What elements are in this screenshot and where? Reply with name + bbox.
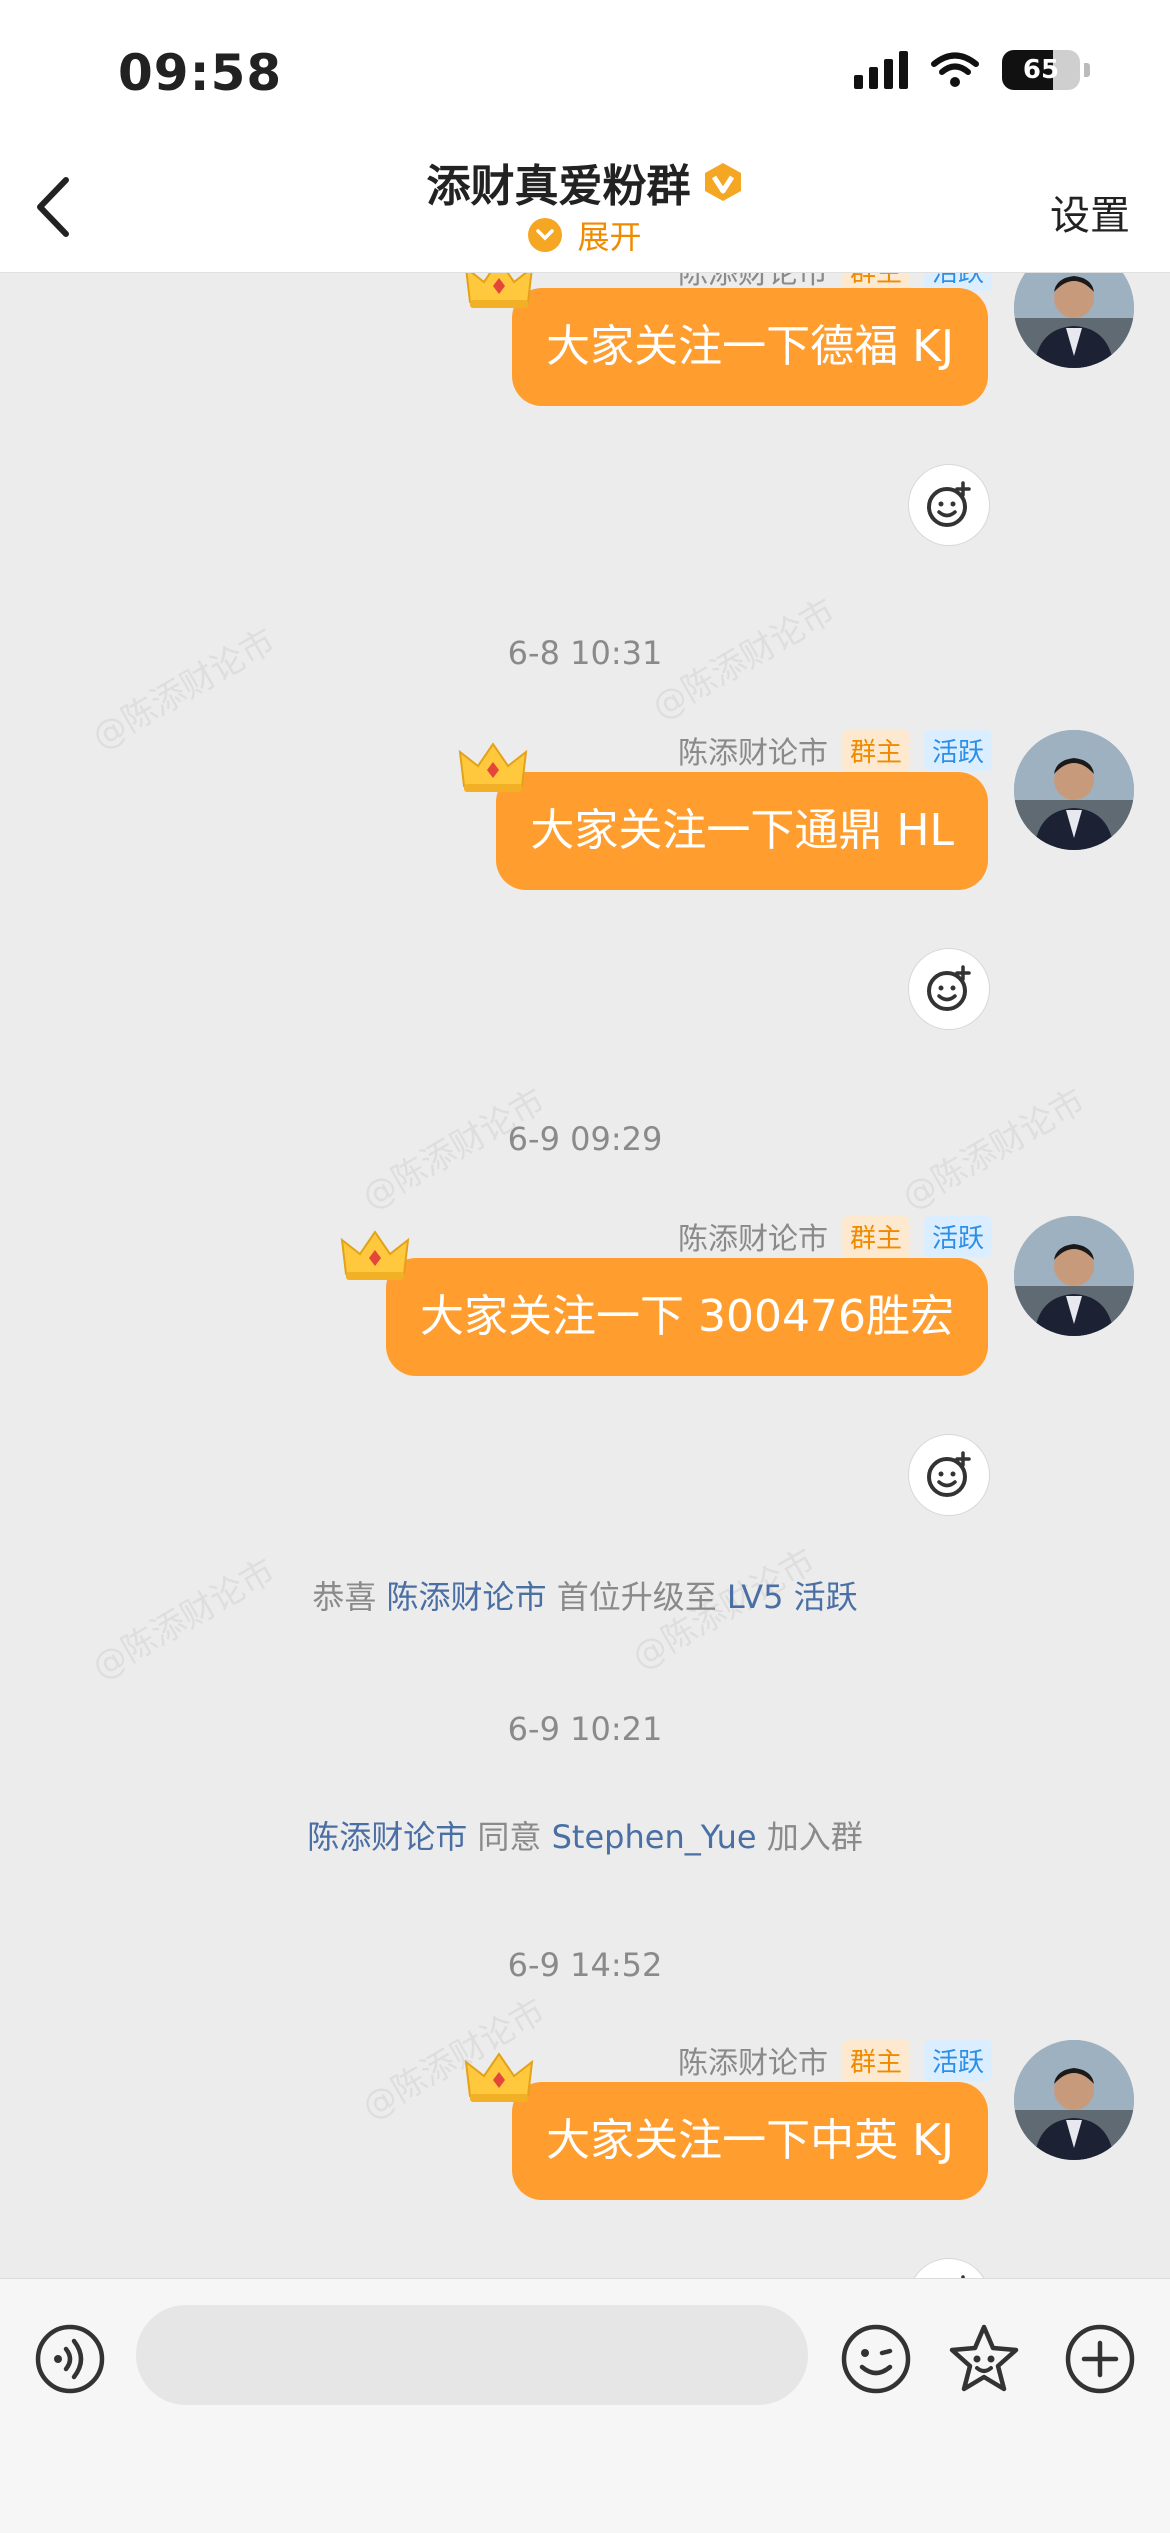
avatar[interactable] [1014, 1216, 1134, 1336]
sender-name: 陈添财论市 [677, 1222, 828, 1257]
sender-name: 陈添财论市 [677, 2046, 828, 2081]
timestamp: 6-9 14:52 [507, 1946, 663, 1984]
crown-icon [464, 2052, 534, 2102]
timestamp: 6-8 10:31 [507, 634, 663, 672]
add-reaction-button[interactable] [908, 948, 990, 1030]
message-bubble[interactable]: 大家关注一下通鼎 HL [496, 772, 988, 890]
message-bubble[interactable]: 大家关注一下 300476胜宏 [386, 1258, 988, 1376]
crown-icon [465, 272, 533, 308]
system-message-upgrade: 恭喜 陈添财论市 首位升级至 LV5 活跃 [0, 1572, 1170, 1618]
message-bubble[interactable]: 大家关注一下中英 KJ [512, 2082, 988, 2200]
expand-button[interactable]: 展开 [0, 212, 1170, 258]
settings-button[interactable]: 设置 [1044, 182, 1136, 242]
active-badge: 活跃 [923, 1215, 992, 1257]
level-link[interactable]: LV5 活跃 [727, 1578, 858, 1616]
cellular-signal-icon [854, 51, 908, 89]
owner-badge: 群主 [841, 729, 910, 771]
add-reaction-button[interactable] [908, 1434, 990, 1516]
sticker-icon [949, 2324, 1019, 2392]
status-bar: 09:58 65 [0, 0, 1170, 140]
avatar[interactable] [1014, 2040, 1134, 2160]
verified-icon [704, 163, 741, 201]
chat-messages[interactable]: @陈添财论市 @陈添财论市 @陈添财论市 @陈添财论市 @陈添财论市 @陈添财论… [0, 272, 1170, 2278]
add-reaction-icon [927, 481, 971, 527]
active-badge: 活跃 [923, 2039, 992, 2081]
user-link[interactable]: Stephen_Yue [552, 1818, 757, 1856]
chevron-down-icon [528, 218, 563, 252]
owner-badge: 群主 [841, 2039, 910, 2081]
input-bar [0, 2278, 1170, 2533]
crown-icon [458, 742, 528, 792]
user-link[interactable]: 陈添财论市 [307, 1818, 467, 1856]
message-bubble[interactable]: 大家关注一下德福 KJ [512, 288, 988, 406]
sticker-button[interactable] [944, 2319, 1024, 2399]
system-text: 首位升级至 [556, 1578, 717, 1616]
timestamp: 6-9 09:29 [507, 1120, 663, 1158]
system-message-join: 陈添财论市 同意 Stephen_Yue 加入群 [0, 1812, 1170, 1858]
add-reaction-button[interactable] [908, 2258, 990, 2278]
voice-icon [35, 2324, 105, 2394]
status-time: 09:58 [118, 44, 283, 102]
system-text: 同意 [477, 1818, 542, 1856]
add-reaction-icon [927, 965, 971, 1011]
emoji-icon [841, 2324, 911, 2394]
battery-tip [1084, 63, 1090, 77]
crown-icon [340, 1230, 410, 1280]
more-button[interactable] [1060, 2319, 1140, 2399]
plus-icon [1065, 2324, 1135, 2394]
sender-name: 陈添财论市 [677, 736, 828, 771]
battery-level: 65 [1022, 55, 1060, 85]
chat-header: 添财真爱粉群 展开 设置 [0, 140, 1170, 273]
system-text: 恭喜 [312, 1578, 377, 1616]
emoji-button[interactable] [836, 2319, 916, 2399]
user-link[interactable]: 陈添财论市 [387, 1578, 547, 1616]
wifi-icon [931, 52, 979, 87]
add-reaction-icon [927, 1451, 971, 1497]
group-title[interactable]: 添财真爱粉群 [426, 161, 690, 212]
add-reaction-button[interactable] [908, 464, 990, 546]
active-badge: 活跃 [923, 729, 992, 771]
battery-icon: 65 [1002, 50, 1080, 90]
owner-badge: 群主 [841, 1215, 910, 1257]
avatar[interactable] [1014, 272, 1134, 368]
timestamp: 6-9 10:21 [507, 1710, 663, 1748]
message-input[interactable] [136, 2305, 808, 2405]
system-text: 加入群 [766, 1818, 863, 1856]
voice-button[interactable] [30, 2319, 110, 2399]
avatar[interactable] [1014, 730, 1134, 850]
expand-label: 展开 [577, 218, 642, 256]
